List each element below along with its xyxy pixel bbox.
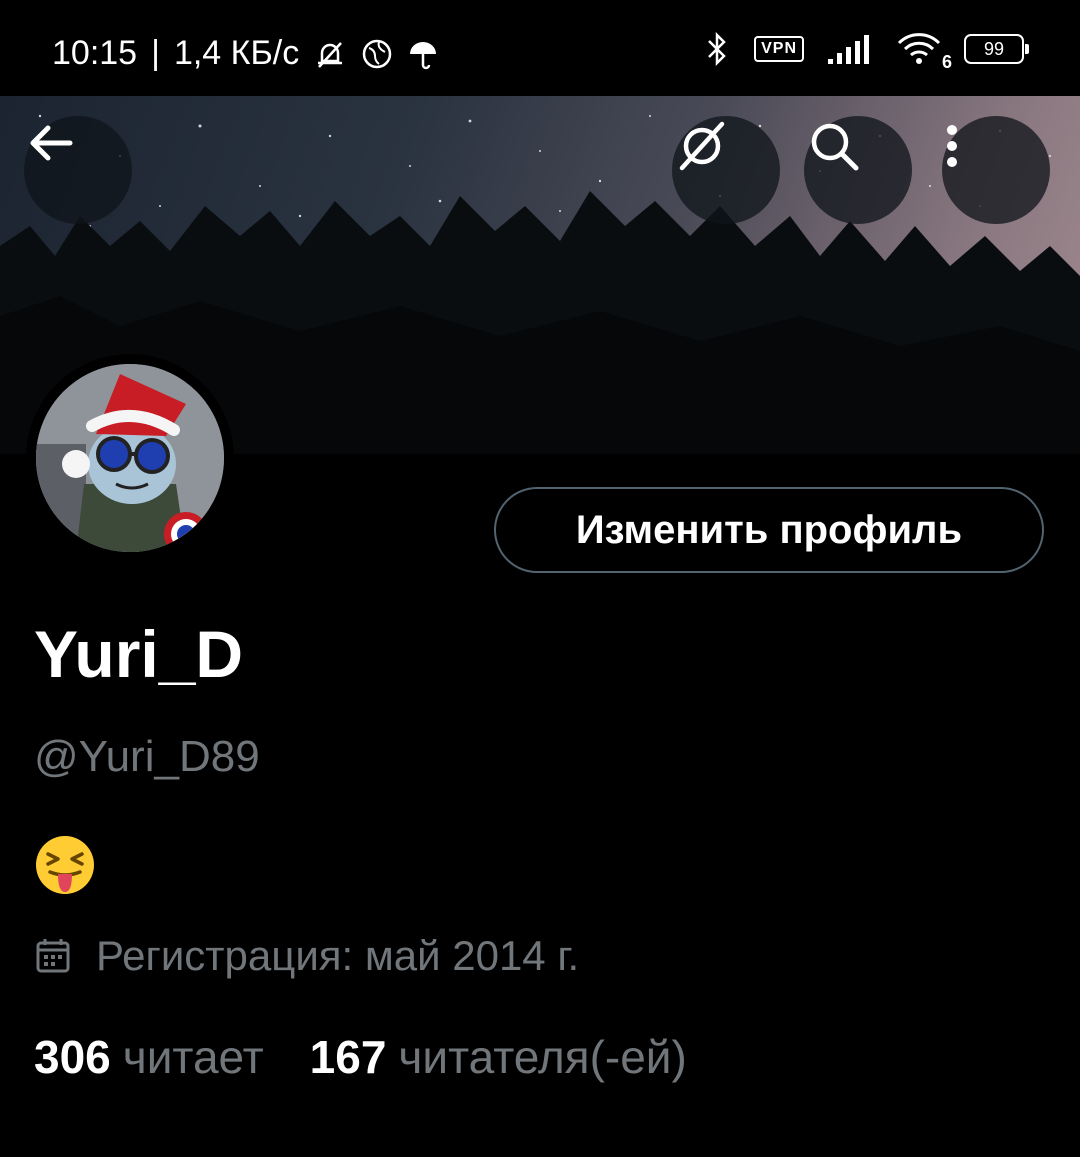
status-divider: | (151, 34, 160, 72)
search-button[interactable] (804, 116, 912, 224)
back-arrow-icon (30, 125, 73, 161)
follow-stats: 306 читает 167 читателя(-ей) (34, 1030, 733, 1084)
explore-slash-icon (679, 121, 725, 171)
back-button[interactable] (24, 116, 132, 224)
wifi-icon: 6 (896, 31, 952, 72)
wifi-band-label: 6 (941, 52, 952, 72)
user-handle: @Yuri_D89 (34, 732, 260, 781)
vpn-badge: VPN (754, 36, 804, 62)
status-time: 10:15 (52, 34, 138, 72)
status-bar: 10:15 | 1,4 КБ/с VPN 6 99 (0, 0, 1080, 96)
display-name: Yuri_D (34, 617, 244, 691)
join-date-row: Регистрация: май 2014 г. (34, 932, 579, 980)
battery-indicator: 99 (964, 34, 1029, 64)
followers-label[interactable]: читателя(-ей) (398, 1030, 686, 1084)
edit-profile-button[interactable]: Изменить профиль (494, 487, 1044, 573)
umbrella-icon (407, 38, 439, 70)
following-label[interactable]: читает (123, 1030, 264, 1084)
cellular-signal-icon (826, 33, 874, 65)
search-icon (811, 123, 859, 171)
more-vertical-icon (947, 125, 957, 167)
avatar-image (36, 364, 224, 552)
status-net-speed: 1,4 КБ/с (173, 34, 300, 72)
muted-bell-icon (313, 37, 347, 71)
avatar[interactable] (26, 354, 234, 562)
bio-emoji-squint-tongue (34, 834, 96, 896)
bluetooth-icon (702, 30, 732, 68)
calendar-icon (36, 939, 70, 973)
join-date: Регистрация: май 2014 г. (96, 932, 580, 979)
globe-icon (361, 38, 393, 70)
explore-slash-button[interactable] (672, 116, 780, 224)
followers-count[interactable]: 167 (310, 1030, 387, 1084)
following-count[interactable]: 306 (34, 1030, 111, 1084)
more-options-button[interactable] (942, 116, 1050, 224)
